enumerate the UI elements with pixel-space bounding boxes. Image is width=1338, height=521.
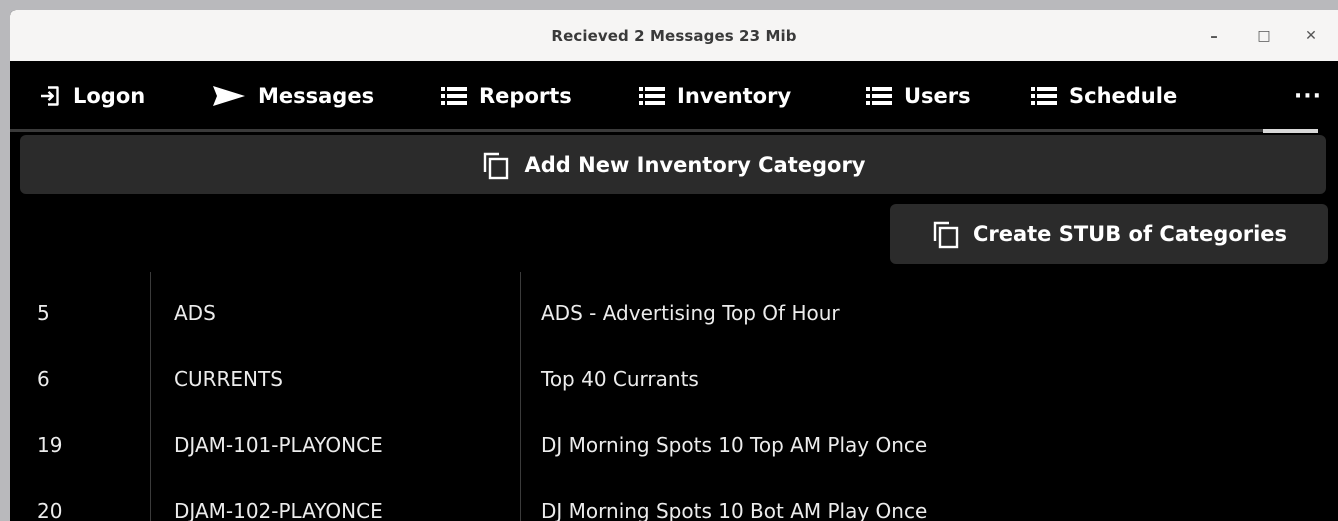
app-window: Recieved 2 Messages 23 Mib – □ ✕ Logon M… (10, 10, 1338, 521)
minimize-button[interactable]: – (1196, 10, 1232, 61)
category-id: 5 (37, 301, 50, 325)
nav-item-logon[interactable]: Logon (39, 61, 145, 131)
send-icon (213, 86, 245, 106)
category-code: CURRENTS (174, 367, 283, 391)
window-title: Recieved 2 Messages 23 Mib (551, 26, 797, 45)
category-description: Top 40 Currants (541, 367, 699, 391)
table-row[interactable]: 5 ADS ADS - Advertising Top Of Hour (10, 280, 1338, 346)
nav-label-schedule: Schedule (1069, 84, 1178, 108)
add-category-label: Add New Inventory Category (524, 152, 866, 177)
nav-label-logon: Logon (73, 84, 146, 108)
nav-item-inventory[interactable]: Inventory (639, 61, 791, 131)
nav-underline (10, 129, 1263, 132)
category-id: 6 (37, 367, 50, 391)
create-stub-button[interactable]: Create STUB of Categories (890, 204, 1328, 264)
table-row[interactable]: 6 CURRENTS Top 40 Currants (10, 346, 1338, 412)
nav-label-users: Users (904, 84, 971, 108)
nav-label-inventory: Inventory (677, 84, 792, 108)
nav-item-users[interactable]: Users (866, 61, 971, 131)
nav-item-reports[interactable]: Reports (441, 61, 572, 131)
nav-bar: Logon Messages Reports Inventory Users S… (10, 61, 1338, 136)
nav-label-reports: Reports (479, 84, 572, 108)
inventory-category-table: 5 ADS ADS - Advertising Top Of Hour 6 CU… (10, 272, 1338, 521)
category-code: ADS (174, 301, 216, 325)
create-stub-label: Create STUB of Categories (972, 222, 1288, 246)
nav-item-messages[interactable]: Messages (212, 61, 374, 131)
category-description: ADS - Advertising Top Of Hour (541, 301, 840, 325)
category-id: 20 (37, 499, 63, 521)
category-description: DJ Morning Spots 10 Bot AM Play Once (541, 499, 928, 521)
copy-icon (933, 221, 959, 249)
category-code: DJAM-101-PLAYONCE (174, 433, 383, 457)
table-row[interactable]: 19 DJAM-101-PLAYONCE DJ Morning Spots 10… (10, 412, 1338, 478)
category-code: DJAM-102-PLAYONCE (174, 499, 383, 521)
category-description: DJ Morning Spots 10 Top AM Play Once (541, 433, 928, 457)
add-inventory-category-button[interactable]: Add New Inventory Category (20, 135, 1326, 194)
list-icon (1031, 87, 1057, 105)
title-bar[interactable]: Recieved 2 Messages 23 Mib – □ ✕ (10, 10, 1338, 61)
list-icon (866, 87, 892, 105)
close-button[interactable]: ✕ (1293, 10, 1329, 61)
list-icon (639, 87, 665, 105)
category-id: 19 (37, 433, 63, 457)
table-row[interactable]: 20 DJAM-102-PLAYONCE DJ Morning Spots 10… (10, 478, 1338, 521)
maximize-button[interactable]: □ (1246, 10, 1282, 61)
copy-icon (483, 152, 508, 179)
login-icon (41, 86, 59, 106)
nav-item-schedule[interactable]: Schedule (1031, 61, 1177, 131)
list-icon (441, 87, 467, 105)
nav-active-indicator (1263, 129, 1318, 133)
more-menu-button[interactable]: ··· (1294, 61, 1322, 131)
nav-label-messages: Messages (258, 84, 375, 108)
